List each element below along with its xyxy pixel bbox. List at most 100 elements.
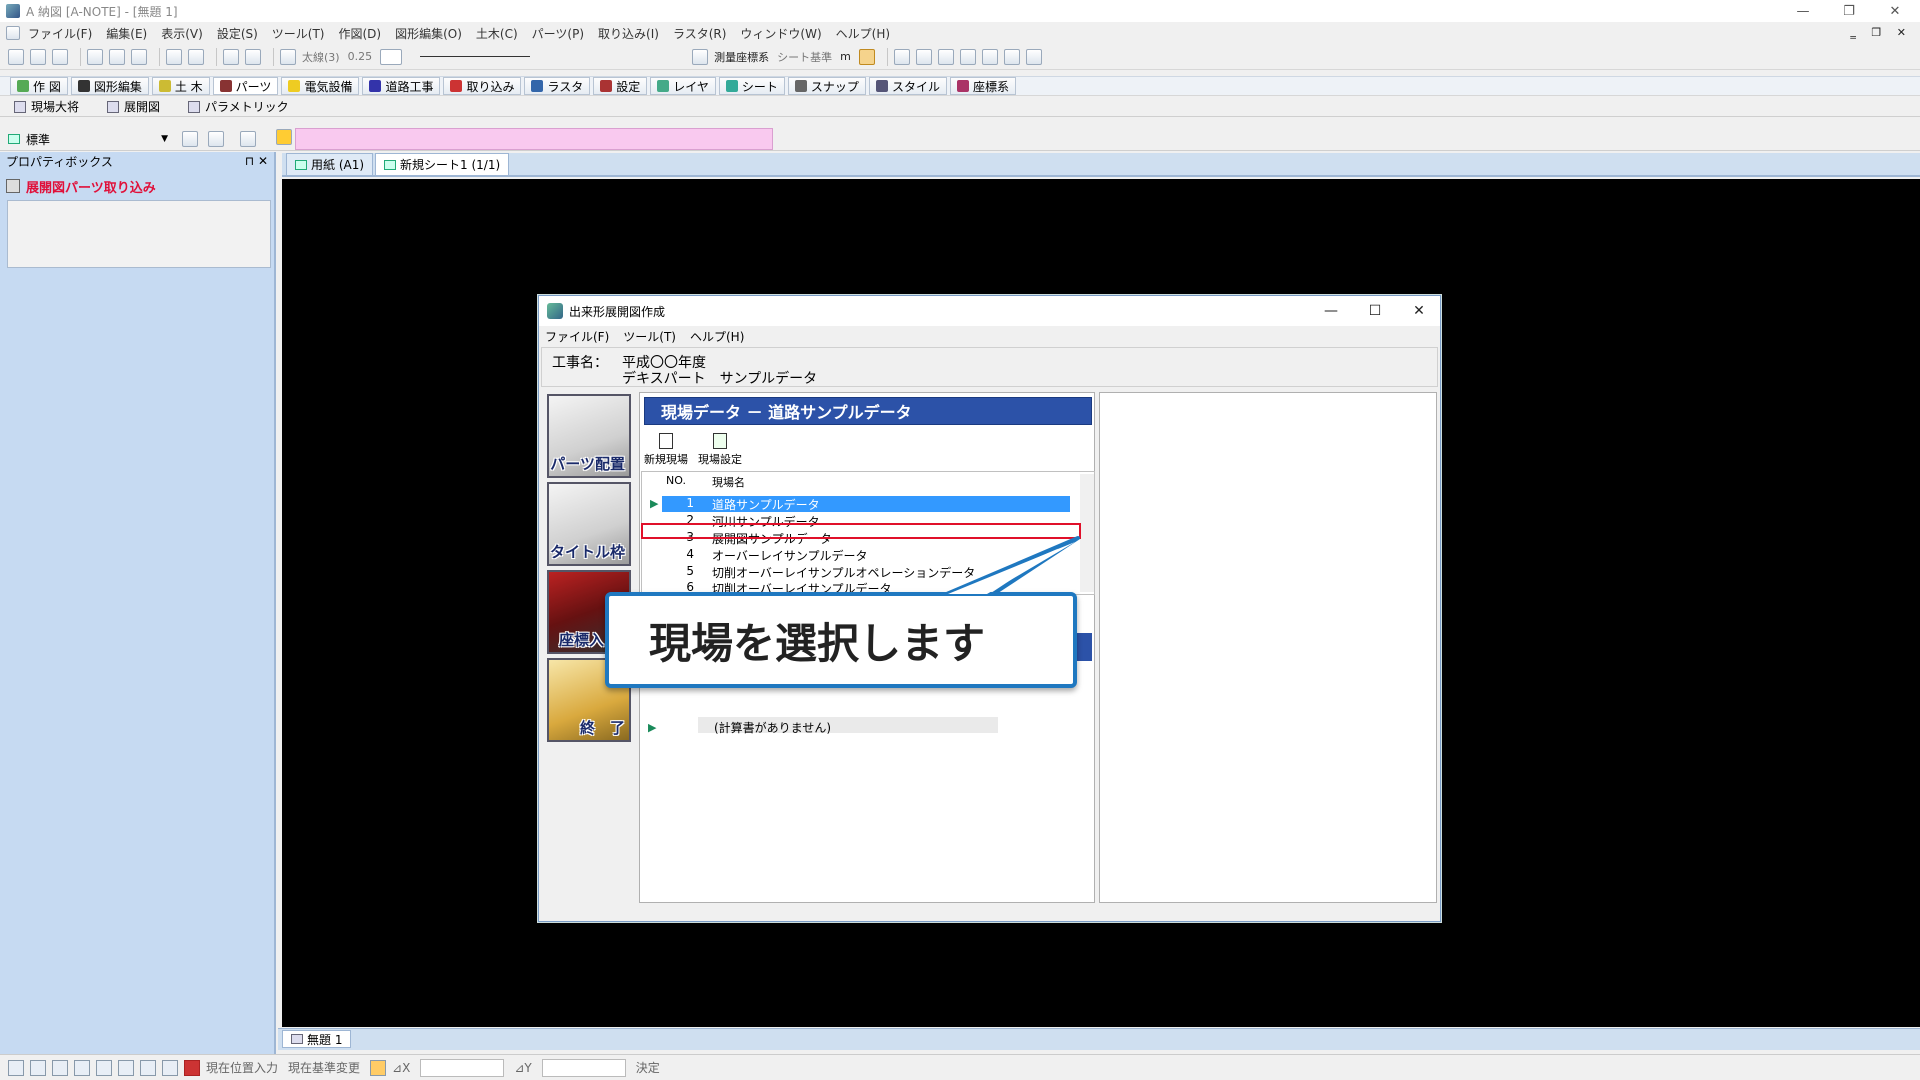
mode-layer[interactable]: レイヤ: [650, 77, 716, 95]
dialog-close-button[interactable]: ✕: [1397, 296, 1441, 326]
coord-system-select[interactable]: 測量座標系: [714, 49, 769, 65]
line-style-select[interactable]: [420, 56, 531, 57]
mode-raster[interactable]: ラスタ: [524, 77, 591, 95]
menu-window[interactable]: ウィンドウ(W): [740, 25, 821, 42]
tab-new-sheet[interactable]: 新規シート1 (1/1): [375, 153, 510, 175]
paste-icon[interactable]: [109, 48, 125, 65]
color-select[interactable]: [380, 48, 403, 65]
snap-mode-icon[interactable]: [74, 1059, 90, 1076]
position-input-label[interactable]: 現在位置入力: [206, 1059, 278, 1076]
menu-parts[interactable]: パーツ(P): [532, 25, 584, 42]
zoom-window-icon[interactable]: [858, 48, 875, 65]
menu-import[interactable]: 取り込み(I): [598, 25, 659, 42]
parametric-button[interactable]: パラメトリック: [188, 98, 289, 115]
rotate-icon[interactable]: [118, 1059, 134, 1076]
ortho-icon[interactable]: [30, 1059, 46, 1076]
unit-select[interactable]: m: [840, 50, 851, 63]
menu-edit[interactable]: 編集(E): [106, 25, 147, 42]
basis-change-label[interactable]: 現在基準変更: [288, 1059, 360, 1076]
line-width-select[interactable]: 0.25: [348, 50, 373, 63]
line-mode-icon[interactable]: [96, 1059, 112, 1076]
dx-input[interactable]: [420, 1058, 505, 1077]
title-frame-button[interactable]: タイトル枠: [547, 482, 631, 566]
dialog-maximize-button[interactable]: ☐: [1353, 296, 1397, 326]
mdi-controls[interactable]: ‗ ❐ ✕: [1850, 26, 1912, 39]
layer-visibility-icon[interactable]: [240, 131, 256, 147]
menu-file[interactable]: ファイル(F): [28, 25, 92, 42]
open-folder-icon[interactable]: [30, 48, 46, 65]
mode-civil[interactable]: 土 木: [151, 77, 210, 95]
snap-point-icon[interactable]: [915, 48, 932, 65]
panel-pin-close[interactable]: ⊓ ✕: [245, 154, 268, 168]
confirm-button[interactable]: 決定: [636, 1059, 660, 1076]
mode-style[interactable]: スタイル: [868, 77, 947, 95]
align-icon[interactable]: [162, 1059, 178, 1076]
menu-help[interactable]: ヘルプ(H): [836, 25, 890, 42]
dialog-minimize-button[interactable]: —: [1309, 296, 1353, 326]
menu-raster[interactable]: ラスタ(R): [673, 25, 726, 42]
dialog-menu-help[interactable]: ヘルプ(H): [690, 328, 744, 345]
minimize-button[interactable]: —: [1780, 0, 1826, 22]
scale-icon[interactable]: [52, 1059, 68, 1076]
context-help-icon[interactable]: [245, 48, 261, 65]
center-icon[interactable]: [140, 1059, 156, 1076]
redo-icon[interactable]: [188, 48, 204, 65]
copy-icon[interactable]: [87, 48, 103, 65]
dialog-menu-tools[interactable]: ツール(T): [623, 328, 676, 345]
table-icon[interactable]: [184, 1059, 200, 1076]
menu-civil[interactable]: 土木(C): [476, 25, 518, 42]
new-file-icon[interactable]: [8, 48, 24, 65]
mode-road[interactable]: 道路工事: [362, 77, 441, 95]
genba-taisho-button[interactable]: 現場大将: [14, 98, 79, 115]
restore-button[interactable]: ❐: [1826, 0, 1872, 22]
snap-line-icon[interactable]: [937, 48, 954, 65]
line-type-select[interactable]: 太線(3): [302, 49, 340, 65]
tab-untitled[interactable]: 無題 1: [282, 1030, 352, 1048]
column-site-name[interactable]: 現場名: [712, 474, 745, 490]
close-button[interactable]: ✕: [1872, 0, 1918, 22]
layer-stack-icon[interactable]: [208, 131, 224, 147]
print-icon[interactable]: [131, 48, 147, 65]
save-icon[interactable]: [52, 48, 68, 65]
dialog-menu-file[interactable]: ファイル(F): [545, 328, 609, 345]
layer-select[interactable]: 標準 ▼: [8, 130, 168, 148]
sheet-basis-select[interactable]: シート基準: [777, 49, 832, 65]
help-icon[interactable]: [223, 48, 239, 65]
info-icon[interactable]: [981, 48, 998, 65]
development-drawing-button[interactable]: 展開図: [107, 98, 160, 115]
mode-import[interactable]: 取り込み: [443, 77, 522, 95]
command-input-bar[interactable]: [295, 128, 773, 150]
menu-settings[interactable]: 設定(S): [217, 25, 258, 42]
measure-icon[interactable]: [1025, 48, 1042, 65]
mode-parts[interactable]: パーツ: [212, 77, 279, 95]
grid-icon[interactable]: [8, 1059, 24, 1076]
mode-snap[interactable]: スナップ: [787, 77, 866, 95]
eyedropper-icon[interactable]: [1003, 48, 1020, 65]
tab-paper[interactable]: 用紙 (A1): [286, 153, 374, 175]
layer-list-icon[interactable]: [182, 131, 198, 147]
new-site-button[interactable]: 新規現場: [640, 433, 692, 467]
menu-draw[interactable]: 作図(D): [339, 25, 382, 42]
properties-item[interactable]: 展開図パーツ取り込み: [6, 176, 272, 196]
mode-shape-edit[interactable]: 図形編集: [70, 77, 149, 95]
mode-settings[interactable]: 設定: [593, 77, 648, 95]
site-settings-button[interactable]: 現場設定: [694, 433, 746, 467]
mdi-doc-icon[interactable]: [6, 26, 20, 40]
pen-icon[interactable]: [280, 48, 296, 65]
mode-draw[interactable]: 作 図: [10, 77, 68, 95]
mode-coord[interactable]: 座標系: [949, 77, 1016, 95]
menu-shape-edit[interactable]: 図形編集(O): [395, 25, 462, 42]
menu-tools[interactable]: ツール(T): [272, 25, 325, 42]
layer-tool-icon[interactable]: [276, 129, 292, 145]
undo-icon[interactable]: [166, 48, 182, 65]
column-no[interactable]: NO.: [666, 474, 686, 487]
mode-sheet[interactable]: シート: [718, 77, 785, 95]
menu-view[interactable]: 表示(V): [161, 25, 203, 42]
dy-input[interactable]: [541, 1058, 626, 1077]
site-row-1[interactable]: 1 道路サンプルデータ: [642, 496, 1074, 512]
pick-icon[interactable]: [370, 1059, 387, 1076]
mode-electrical[interactable]: 電気設備: [281, 77, 360, 95]
snap-cross-icon[interactable]: [959, 48, 976, 65]
parts-placement-button[interactable]: パーツ配置: [547, 394, 631, 478]
snap-grid-icon[interactable]: [893, 48, 910, 65]
